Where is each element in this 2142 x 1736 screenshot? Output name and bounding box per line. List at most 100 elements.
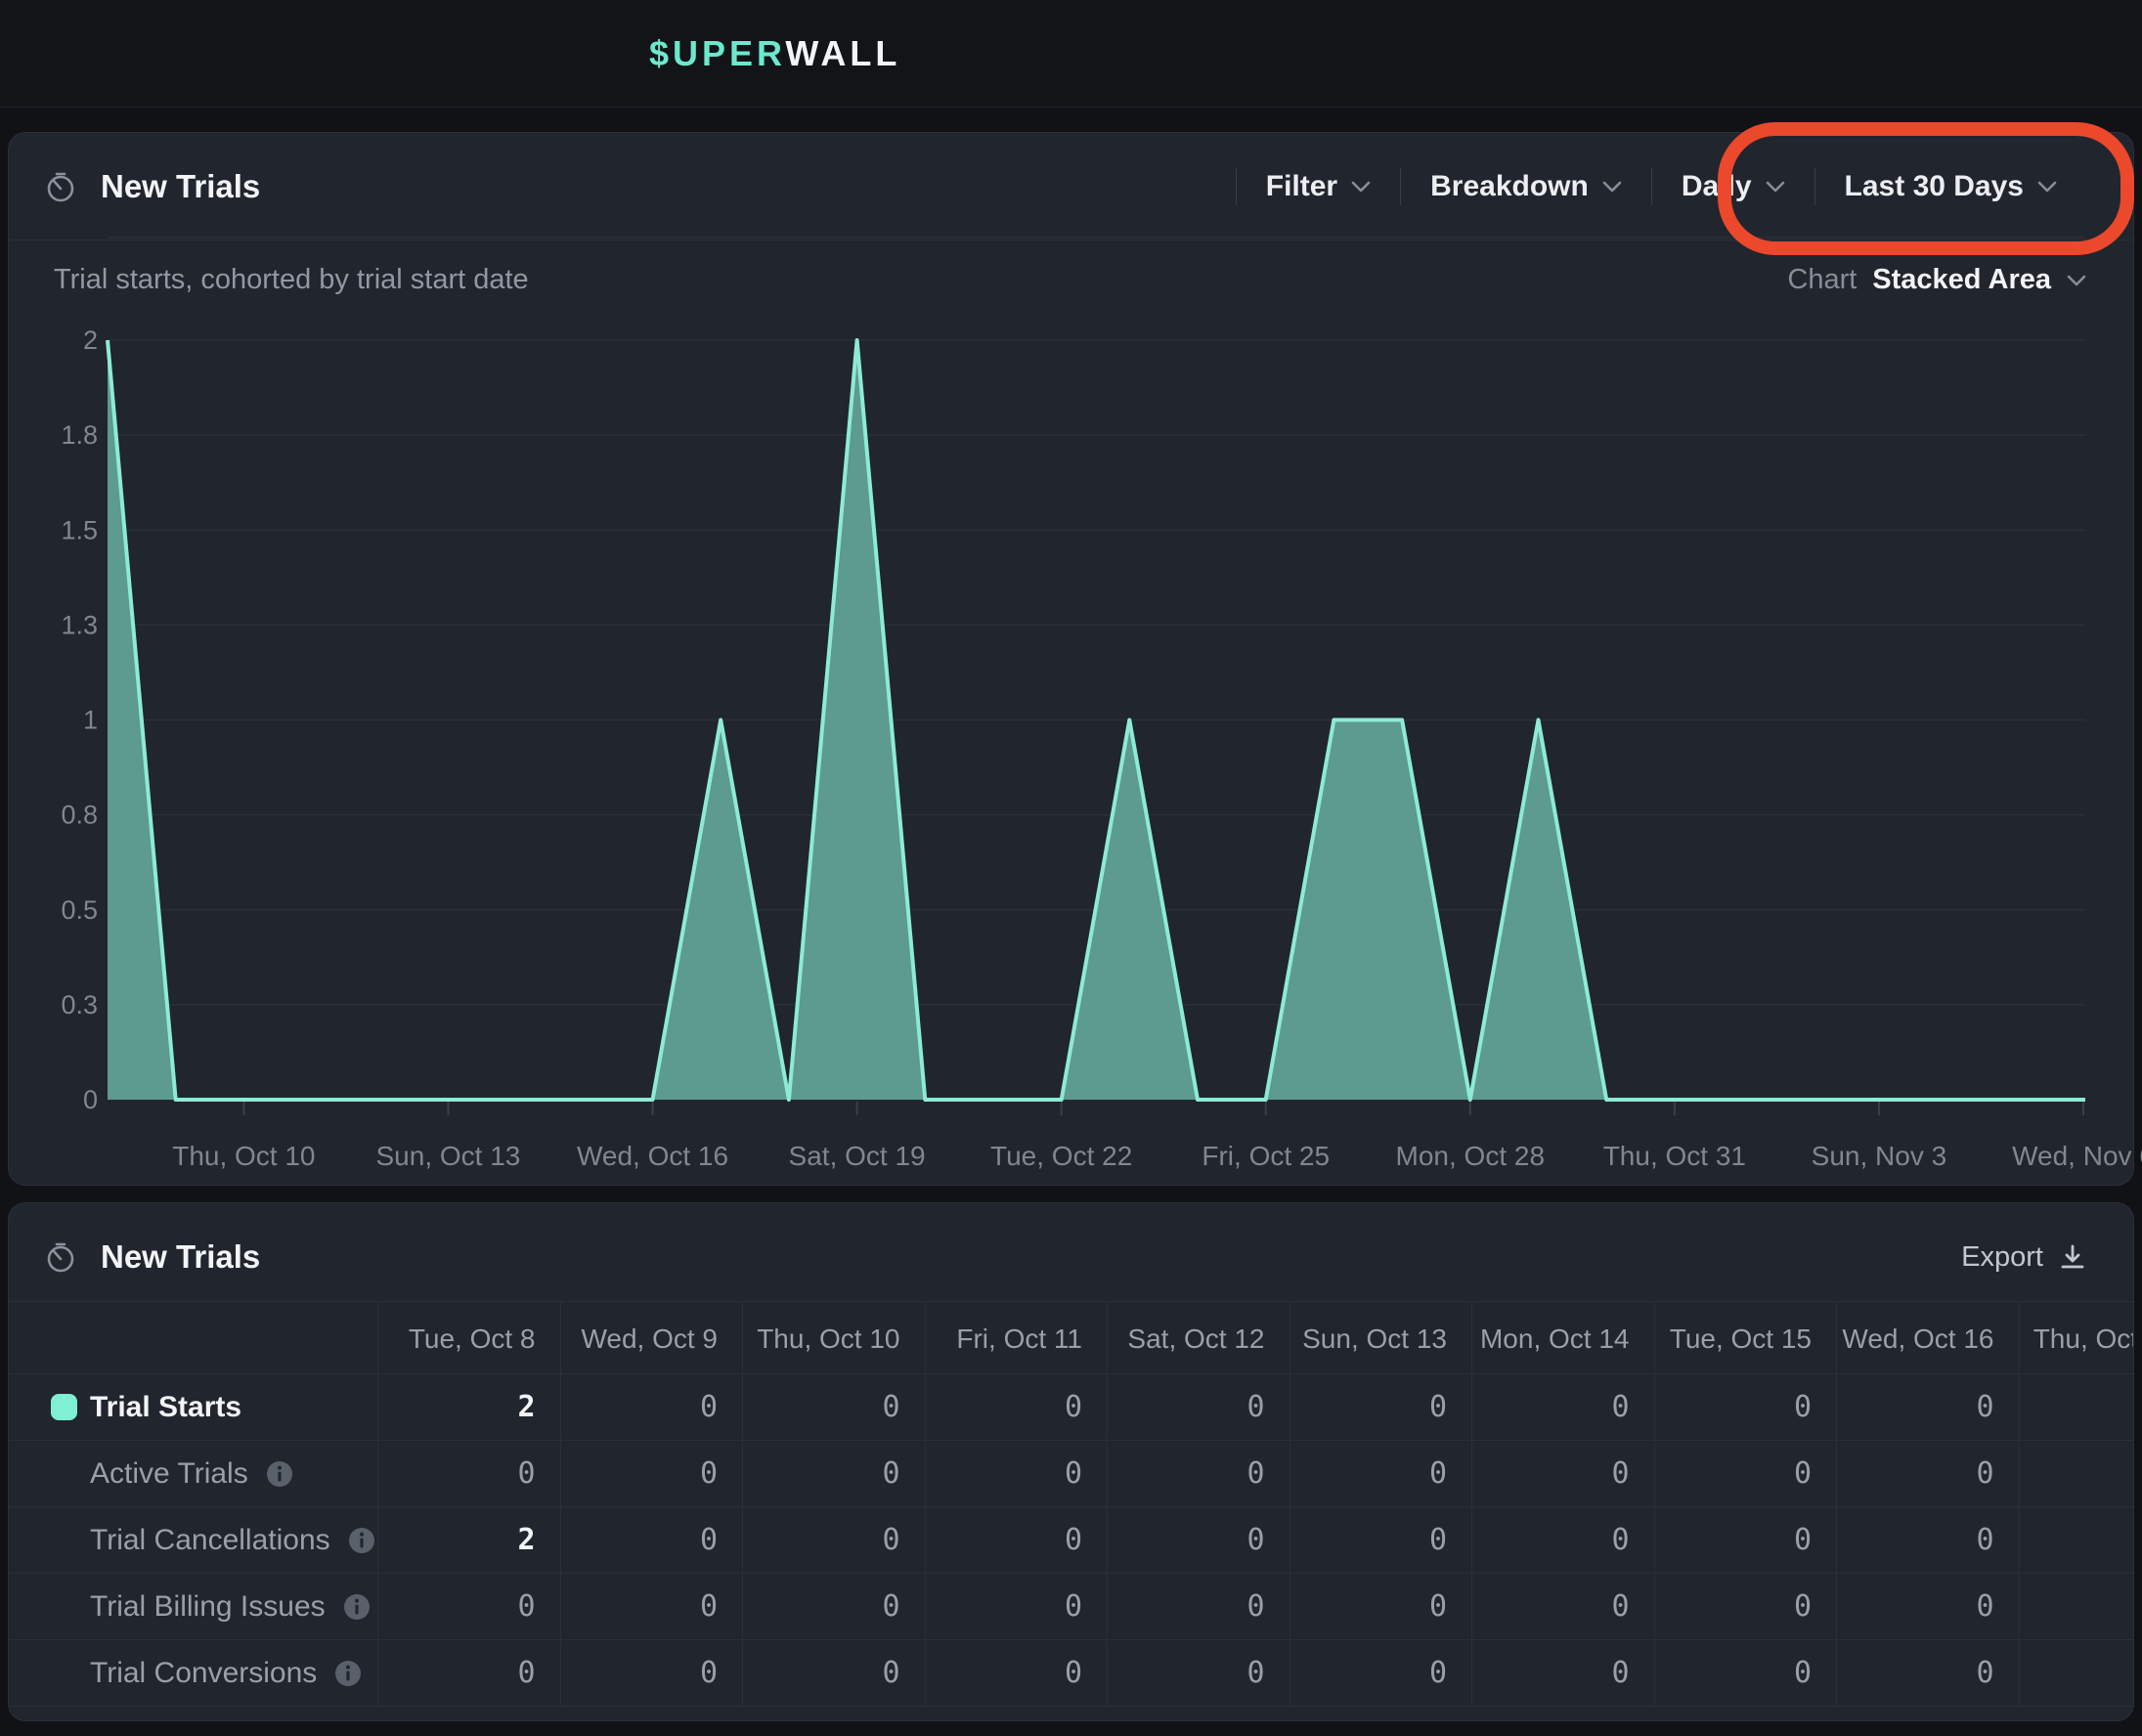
table-value-cell: 0 xyxy=(1290,1441,1472,1507)
table-column-header: Thu, Oct 17 xyxy=(2019,1301,2135,1374)
table-column-header: Fri, Oct 11 xyxy=(925,1301,1108,1374)
chart-type-dropdown[interactable]: Chart Stacked Area xyxy=(1787,264,2086,296)
trials-data-table: Tue, Oct 8Wed, Oct 9Thu, Oct 10Fri, Oct … xyxy=(9,1301,2134,1707)
chart-card-header: New Trials Filter Breakdown Daily xyxy=(9,133,2133,240)
breakdown-dropdown[interactable]: Breakdown xyxy=(1401,170,1651,203)
table-row: Trial Billing Issues000000000 xyxy=(9,1574,2134,1640)
table-value-cell: 0 xyxy=(1471,1574,1654,1640)
table-value-cell: 0 xyxy=(1654,1574,1837,1640)
table-value-cell xyxy=(2019,1441,2135,1507)
stopwatch-icon xyxy=(44,170,77,203)
table-value-cell: 0 xyxy=(1836,1640,2019,1707)
series-color-swatch xyxy=(51,1394,77,1420)
table-value-cell: 0 xyxy=(560,1507,743,1574)
table-value-cell: 0 xyxy=(1290,1640,1472,1707)
export-label: Export xyxy=(1961,1241,2043,1274)
date-range-label: Last 30 Days xyxy=(1845,170,2024,203)
chevron-down-icon xyxy=(2037,181,2057,193)
table-value-cell: 0 xyxy=(925,1441,1108,1507)
table-value-cell: 0 xyxy=(1836,1507,2019,1574)
table-card-title: New Trials xyxy=(101,1238,260,1276)
info-icon[interactable] xyxy=(348,1527,375,1554)
chevron-down-icon xyxy=(1351,181,1371,193)
table-card-header: New Trials Export xyxy=(9,1203,2133,1311)
table-column-header: Sat, Oct 12 xyxy=(1107,1301,1290,1374)
table-column-header: Thu, Oct 10 xyxy=(742,1301,925,1374)
table-value-cell: 0 xyxy=(377,1574,560,1640)
new-trials-chart-card: New Trials Filter Breakdown Daily xyxy=(8,132,2134,1186)
table-value-cell xyxy=(2019,1374,2135,1441)
chevron-down-icon xyxy=(1602,181,1622,193)
table-value-cell: 0 xyxy=(1836,1441,2019,1507)
table-value-cell: 0 xyxy=(1107,1507,1290,1574)
table-value-cell: 0 xyxy=(377,1441,560,1507)
table-column-header: Tue, Oct 15 xyxy=(1654,1301,1837,1374)
logo-teal-part: $UPER xyxy=(649,33,785,73)
table-value-cell: 0 xyxy=(1107,1441,1290,1507)
table-value-cell: 0 xyxy=(925,1374,1108,1441)
table-value-cell: 0 xyxy=(560,1374,743,1441)
table-value-cell: 0 xyxy=(1107,1640,1290,1707)
table-value-cell: 0 xyxy=(925,1640,1108,1707)
chart-controls: Filter Breakdown Daily Las xyxy=(1236,133,2086,239)
table-value-cell: 0 xyxy=(1107,1374,1290,1441)
info-icon[interactable] xyxy=(334,1660,362,1687)
table-value-cell: 0 xyxy=(742,1374,925,1441)
breakdown-label: Breakdown xyxy=(1430,170,1589,203)
chart-type-label: Chart xyxy=(1787,264,1857,296)
table-value-cell: 0 xyxy=(742,1640,925,1707)
info-icon[interactable] xyxy=(343,1593,371,1621)
table-column-header: Mon, Oct 14 xyxy=(1471,1301,1654,1374)
table-value-cell: 0 xyxy=(1471,1640,1654,1707)
filter-label: Filter xyxy=(1266,170,1337,203)
filter-dropdown[interactable]: Filter xyxy=(1237,170,1400,203)
table-value-cell: 0 xyxy=(1836,1574,2019,1640)
chart-type-value: Stacked Area xyxy=(1872,264,2051,296)
table-value-cell: 0 xyxy=(560,1574,743,1640)
row-label-cell: Trial Billing Issues xyxy=(9,1574,377,1640)
row-label: Trial Conversions xyxy=(90,1657,317,1690)
table-header-row: Tue, Oct 8Wed, Oct 9Thu, Oct 10Fri, Oct … xyxy=(9,1301,2134,1374)
row-label-cell: Trial Cancellations xyxy=(9,1507,377,1574)
table-value-cell xyxy=(2019,1507,2135,1574)
table-value-cell: 0 xyxy=(1471,1441,1654,1507)
table-value-cell: 0 xyxy=(1471,1507,1654,1574)
table-value-cell: 0 xyxy=(925,1507,1108,1574)
row-label-cell: Trial Conversions xyxy=(9,1640,377,1707)
table-value-cell: 0 xyxy=(1836,1374,2019,1441)
row-label: Active Trials xyxy=(90,1457,248,1491)
table-value-cell: 0 xyxy=(1654,1507,1837,1574)
chart-subtitle: Trial starts, cohorted by trial start da… xyxy=(54,264,529,296)
download-icon xyxy=(2059,1242,2086,1272)
row-label-cell: Active Trials xyxy=(9,1441,377,1507)
table-value-cell: 0 xyxy=(560,1441,743,1507)
table-value-cell: 0 xyxy=(1654,1640,1837,1707)
table-row: Trial Starts200000000 xyxy=(9,1374,2134,1441)
table-value-cell: 0 xyxy=(1290,1507,1472,1574)
table-column-header: Sun, Oct 13 xyxy=(1290,1301,1472,1374)
table-value-cell: 0 xyxy=(377,1640,560,1707)
table-column-header: Wed, Oct 16 xyxy=(1836,1301,2019,1374)
date-range-dropdown[interactable]: Last 30 Days xyxy=(1815,170,2086,203)
table-row: Active Trials000000000 xyxy=(9,1441,2134,1507)
granularity-dropdown[interactable]: Daily xyxy=(1652,170,1814,203)
export-button[interactable]: Export xyxy=(1961,1241,2086,1274)
table-value-cell xyxy=(2019,1640,2135,1707)
table-value-cell: 0 xyxy=(1290,1574,1472,1640)
table-value-cell: 0 xyxy=(1290,1374,1472,1441)
table-value-cell xyxy=(2019,1574,2135,1640)
table-row: Trial Cancellations200000000 xyxy=(9,1507,2134,1574)
row-label: Trial Starts xyxy=(90,1391,241,1424)
chevron-down-icon xyxy=(2067,275,2086,286)
table-value-cell: 0 xyxy=(1654,1441,1837,1507)
row-label: Trial Billing Issues xyxy=(90,1590,326,1624)
info-icon[interactable] xyxy=(266,1460,293,1488)
table-value-cell: 0 xyxy=(560,1640,743,1707)
table-corner-cell xyxy=(9,1301,377,1374)
table-value-cell: 0 xyxy=(925,1574,1108,1640)
chart-sub-header: Trial starts, cohorted by trial start da… xyxy=(9,240,2133,296)
table-value-cell: 0 xyxy=(742,1574,925,1640)
table-value-cell: 0 xyxy=(1654,1374,1837,1441)
table-value-cell: 0 xyxy=(1107,1574,1290,1640)
chart-card-title: New Trials xyxy=(101,168,260,205)
